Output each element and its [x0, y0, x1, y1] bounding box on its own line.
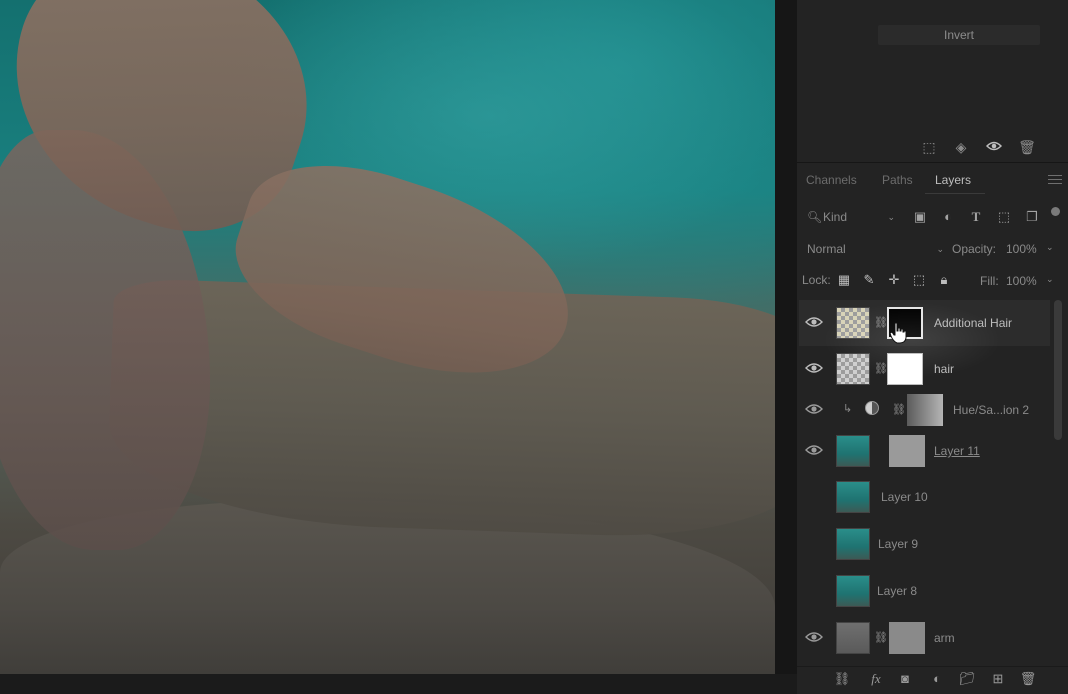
layer-thumbnail — [836, 622, 870, 654]
panel-tab-bar: Channels Paths Layers — [797, 167, 1068, 193]
layer-row-hair[interactable]: ⛓︎ hair — [799, 346, 1050, 392]
layer-row-additional-hair[interactable]: ⛓︎ Additional Hair — [799, 300, 1050, 346]
new-layer-icon[interactable]: ⊞ — [989, 670, 1007, 688]
new-group-icon[interactable]: 📁︎ — [958, 670, 976, 688]
visibility-icon[interactable] — [985, 138, 1003, 156]
hand-cursor-icon — [889, 322, 907, 344]
filter-kind-select[interactable]: 🔍︎ Kind ⌄ — [803, 206, 899, 228]
link-icon[interactable]: ⛓︎ — [874, 315, 888, 331]
layer-thumbnail — [836, 575, 870, 607]
layer-name[interactable]: arm — [934, 631, 955, 645]
chevron-down-icon[interactable]: ⌄ — [1046, 242, 1054, 253]
layer-mask-thumbnail[interactable] — [887, 353, 923, 385]
layer-mask-thumbnail[interactable] — [889, 435, 925, 467]
document-canvas[interactable] — [0, 0, 775, 674]
filter-toggle-icon[interactable] — [1051, 207, 1060, 216]
lock-position-icon[interactable]: ✛ — [886, 272, 902, 288]
layer-row-hue-saturation[interactable]: ↳ ⛓︎ Hue/Sa...ion 2 — [799, 387, 1050, 433]
chevron-down-icon[interactable]: ⌄ — [1046, 274, 1054, 285]
apply-mask-icon[interactable]: ◈ — [952, 138, 970, 156]
lock-transparent-icon[interactable]: ▦ — [836, 272, 852, 288]
layer-mask-thumbnail[interactable] — [907, 394, 943, 426]
image-filter-icon[interactable]: ▣ — [912, 209, 928, 225]
tab-channels[interactable]: Channels — [806, 173, 857, 187]
lock-artboard-icon[interactable]: ⬚ — [911, 272, 927, 288]
layer-thumbnail — [836, 481, 870, 513]
shape-filter-icon[interactable]: ⬚ — [996, 209, 1012, 225]
opacity-field[interactable]: 100% — [1006, 242, 1037, 256]
layer-name[interactable]: Layer 11 — [934, 444, 980, 458]
tab-paths[interactable]: Paths — [882, 173, 913, 187]
opacity-label: Opacity: — [952, 242, 997, 256]
clipping-arrow-icon: ↳ — [843, 403, 853, 415]
fill-label: Fill: — [980, 274, 999, 288]
blend-mode-label: Normal — [807, 242, 846, 256]
fill-field[interactable]: 100% — [1006, 274, 1037, 288]
layer-thumbnail — [836, 435, 870, 467]
eye-icon[interactable] — [805, 361, 823, 375]
hue-saturation-adjustment-icon — [865, 401, 879, 415]
new-adjustment-layer-icon[interactable]: ◐ — [928, 670, 946, 688]
chevron-down-icon: ⌄ — [936, 244, 944, 254]
delete-mask-icon[interactable]: 🗑 — [1018, 138, 1036, 156]
panel-menu-icon[interactable] — [1048, 175, 1062, 185]
layer-thumbnail — [836, 528, 870, 560]
fx-icon[interactable]: fx — [867, 670, 885, 688]
lock-image-icon[interactable]: ✎ — [861, 272, 877, 288]
blend-mode-select[interactable]: Normal ⌄ — [803, 239, 948, 259]
link-icon[interactable]: ⛓︎ — [874, 361, 888, 377]
eye-icon[interactable] — [805, 443, 823, 457]
link-icon[interactable]: ⛓︎ — [874, 630, 888, 646]
lock-all-icon[interactable]: 🔒︎ — [936, 272, 952, 288]
load-selection-icon[interactable]: ⬚ — [920, 138, 938, 156]
layer-name[interactable]: Layer 9 — [878, 537, 918, 551]
layers-scrollbar[interactable] — [1054, 300, 1062, 440]
layer-thumbnail — [836, 307, 870, 339]
layer-row-layer-9[interactable]: Layer 9 — [799, 521, 1050, 567]
link-icon[interactable]: ⛓︎ — [892, 402, 906, 418]
layer-name[interactable]: Layer 10 — [881, 490, 928, 504]
delete-layer-icon[interactable]: 🗑︎ — [1019, 670, 1037, 688]
layer-row-layer-10[interactable]: Layer 10 — [799, 474, 1050, 520]
tab-layers[interactable]: Layers — [935, 173, 971, 187]
panel-gutter — [775, 0, 797, 674]
search-icon: 🔍︎ — [807, 210, 823, 224]
filter-kind-label: Kind — [823, 210, 848, 224]
eye-icon[interactable] — [805, 630, 823, 644]
eye-icon[interactable] — [805, 402, 823, 416]
layer-row-layer-11[interactable]: Layer 11 — [799, 428, 1050, 474]
layer-name[interactable]: Additional Hair — [934, 316, 1012, 330]
layer-thumbnail — [836, 353, 870, 385]
lock-label: Lock: — [802, 273, 831, 287]
layer-mask-thumbnail[interactable] — [889, 622, 925, 654]
layer-name[interactable]: Hue/Sa...ion 2 — [953, 403, 1029, 417]
tab-underline — [925, 193, 985, 194]
adjustment-filter-icon[interactable]: ◐ — [940, 209, 956, 225]
layer-name[interactable]: hair — [934, 362, 954, 376]
eye-icon[interactable] — [805, 315, 823, 329]
layer-row-arm[interactable]: ⛓︎ arm — [799, 615, 1050, 661]
chevron-down-icon: ⌄ — [887, 212, 895, 222]
link-layers-icon[interactable]: ⛓︎ — [833, 670, 851, 688]
invert-button[interactable]: Invert — [878, 25, 1040, 45]
smart-object-filter-icon[interactable]: ❐ — [1024, 209, 1040, 225]
type-filter-icon[interactable]: T — [968, 209, 984, 225]
layer-name[interactable]: Layer 8 — [877, 584, 917, 598]
add-mask-icon[interactable]: ◙ — [896, 670, 914, 688]
layer-row-layer-8[interactable]: Layer 8 — [799, 568, 1050, 614]
